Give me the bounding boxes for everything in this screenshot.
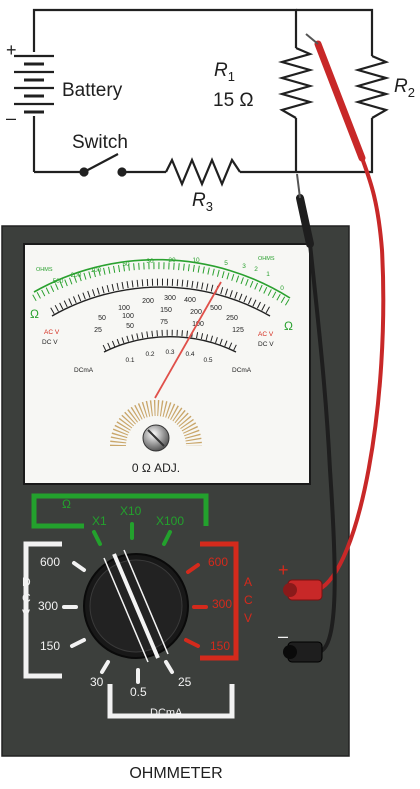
- volt-tick-label: 500: [210, 305, 222, 312]
- acv-range-150[interactable]: 150: [210, 639, 230, 653]
- ma-tick-label: 0.4: [185, 351, 194, 358]
- plus-jack-label: +: [278, 560, 289, 580]
- volt-tick-label: 400: [184, 297, 196, 304]
- range-x10-label[interactable]: X10: [120, 504, 142, 518]
- acv-letter: C: [244, 593, 253, 607]
- volt-tick-label: 25: [94, 327, 102, 334]
- dcv-left-label: DC V: [42, 339, 58, 346]
- volt-tick-label: 300: [164, 295, 176, 302]
- volt-tick-label: 50: [98, 315, 106, 322]
- ohm-tick-label: 100: [91, 267, 102, 274]
- dcv-range-150[interactable]: 150: [40, 639, 60, 653]
- ohm-tick-label: 30: [146, 258, 154, 265]
- dcv-range-600[interactable]: 600: [40, 555, 60, 569]
- battery-symbol: [14, 54, 54, 114]
- acv-letters: A C V: [244, 575, 253, 625]
- ohm-tick-label: 3: [242, 263, 246, 270]
- volt-tick-label: 100: [122, 313, 134, 320]
- volt-tick-label: 250: [226, 315, 238, 322]
- ohm-tick-label: 200: [71, 272, 82, 279]
- ohm-tick-label: 2: [254, 266, 258, 273]
- ohm-tick-label: 500: [53, 278, 64, 285]
- volt-tick-label: 100: [118, 305, 130, 312]
- ohmmeter-circuit-diagram: + – Battery Switch R1 15 Ω R2 R3 500 200…: [1, 8, 415, 782]
- r3-label: R3: [192, 190, 213, 214]
- volt-tick-label: 150: [160, 307, 172, 314]
- dcv-right-label: DC V: [258, 341, 274, 348]
- volt-tick-label: 200: [142, 298, 154, 305]
- acv-left-label: AC V: [44, 329, 60, 336]
- dcv-letter: C: [22, 591, 31, 605]
- dcv-letters: D C V: [22, 575, 31, 621]
- ma-tick-label: 0.3: [165, 349, 174, 356]
- acv-letter: A: [244, 575, 252, 589]
- dcv-range-300[interactable]: 300: [38, 599, 58, 613]
- volt-tick-label: 200: [190, 309, 202, 316]
- ohmmeter-caption: OHMMETER: [129, 765, 222, 782]
- dcv-letter: V: [22, 607, 30, 621]
- switch-symbol: [79, 153, 127, 177]
- ma-tick-label: 0.1: [125, 357, 134, 364]
- battery-minus-sign: –: [6, 108, 16, 128]
- acv-letter: V: [244, 611, 252, 625]
- range-x100-label[interactable]: X100: [156, 514, 184, 528]
- ohm-symbol-right: Ω: [284, 319, 293, 333]
- acv-range-300[interactable]: 300: [212, 597, 232, 611]
- ohm-tick-label: 50: [122, 261, 130, 268]
- dcma-right-label: DCmA: [232, 367, 252, 374]
- dcma-range-30[interactable]: 30: [90, 675, 104, 689]
- ohm-tick-label: 0: [280, 285, 284, 292]
- ohm-tick-label: 5: [224, 260, 228, 267]
- dcv-letter: D: [22, 575, 31, 589]
- ohms-right-label: OHMS: [258, 256, 275, 262]
- resistor-r2-symbol: [353, 54, 391, 119]
- range-x1-label[interactable]: X1: [92, 514, 107, 528]
- volt-tick-label: 75: [160, 319, 168, 326]
- meter-display-window: [23, 243, 311, 485]
- resistor-r3-symbol: [165, 157, 241, 187]
- ohm-symbol-left: Ω: [30, 307, 39, 321]
- battery-label: Battery: [62, 80, 123, 101]
- dcma-left-label: DCmA: [74, 367, 94, 374]
- ohm-tick-label: 20: [168, 257, 176, 264]
- ma-tick-label: 0.2: [145, 351, 154, 358]
- ohm-tick-label: 10: [192, 257, 200, 264]
- zero-adjust-label: 0 Ω ADJ.: [132, 461, 180, 475]
- r1-label: R1: [214, 60, 235, 84]
- minus-jack-label: –: [278, 626, 288, 646]
- switch-label: Switch: [72, 132, 128, 153]
- ohm-range-group-label: Ω: [62, 497, 71, 511]
- r1-value-label: 15 Ω: [213, 90, 254, 111]
- battery-plus-sign: +: [6, 40, 17, 60]
- ma-tick-label: 0.5: [203, 357, 212, 364]
- ohms-left-label: OHMS: [36, 267, 53, 273]
- acv-right-label: AC V: [258, 331, 274, 338]
- dcma-frame-label: DCmA: [150, 707, 183, 719]
- volt-tick-label: 125: [232, 327, 244, 334]
- ohm-tick-label: 1: [266, 271, 270, 278]
- dcma-range-0-5[interactable]: 0.5: [130, 685, 147, 699]
- r2-label: R2: [394, 76, 415, 100]
- dcma-range-25[interactable]: 25: [178, 675, 192, 689]
- resistor-r1-symbol: [277, 46, 315, 119]
- volt-tick-label: 50: [126, 323, 134, 330]
- acv-range-600[interactable]: 600: [208, 555, 228, 569]
